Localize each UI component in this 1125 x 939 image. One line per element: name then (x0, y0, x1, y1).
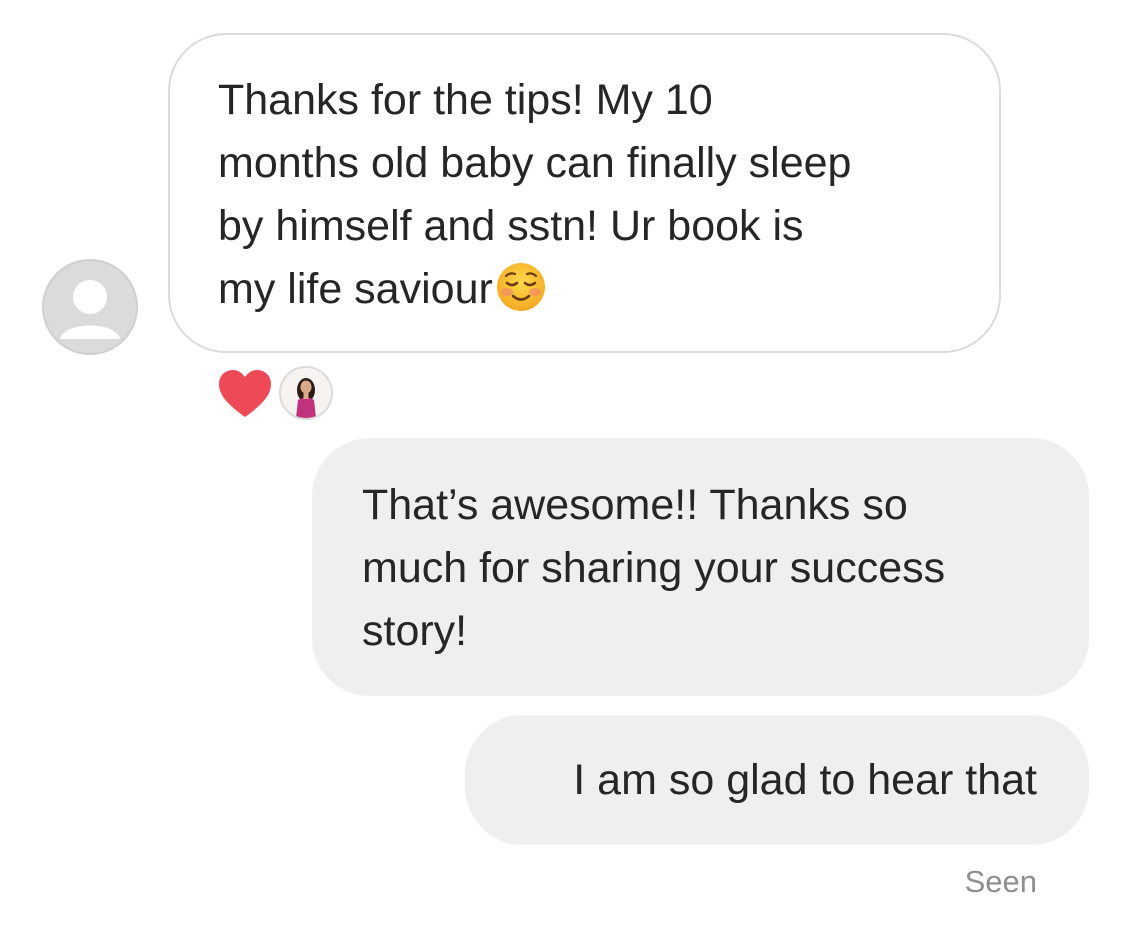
outgoing-message-bubble[interactable]: That’s awesome!! Thanks so much for shar… (312, 438, 1089, 696)
reactor-photo-icon (281, 368, 331, 418)
message-line: by himself and sstn! Ur book is (218, 202, 804, 250)
message-line: much for sharing your success (362, 544, 946, 592)
heart-icon (219, 370, 271, 417)
default-avatar-icon (44, 261, 136, 353)
outgoing-message-text: That’s awesome!! Thanks so much for shar… (362, 474, 945, 663)
message-line-last: my life saviour (218, 258, 978, 321)
incoming-message-text: Thanks for the tips! My 10 months old ba… (218, 69, 978, 321)
smiling-face-icon (496, 263, 545, 311)
message-line: months old baby can finally sleep (218, 139, 852, 187)
outgoing-message-bubble[interactable]: I am so glad to hear that (465, 715, 1089, 845)
message-line: story! (362, 607, 468, 655)
message-line: Thanks for the tips! My 10 (218, 76, 713, 124)
seen-status: Seen (964, 864, 1037, 899)
outgoing-message-text: I am so glad to hear that (573, 749, 1037, 812)
reactor-avatar[interactable] (279, 366, 333, 420)
message-line-text: my life saviour (218, 265, 493, 313)
incoming-message-bubble[interactable]: Thanks for the tips! My 10 months old ba… (168, 33, 1001, 353)
message-line: I am so glad to hear that (573, 756, 1037, 804)
sender-avatar[interactable] (42, 259, 138, 355)
message-line: That’s awesome!! Thanks so (362, 481, 908, 529)
